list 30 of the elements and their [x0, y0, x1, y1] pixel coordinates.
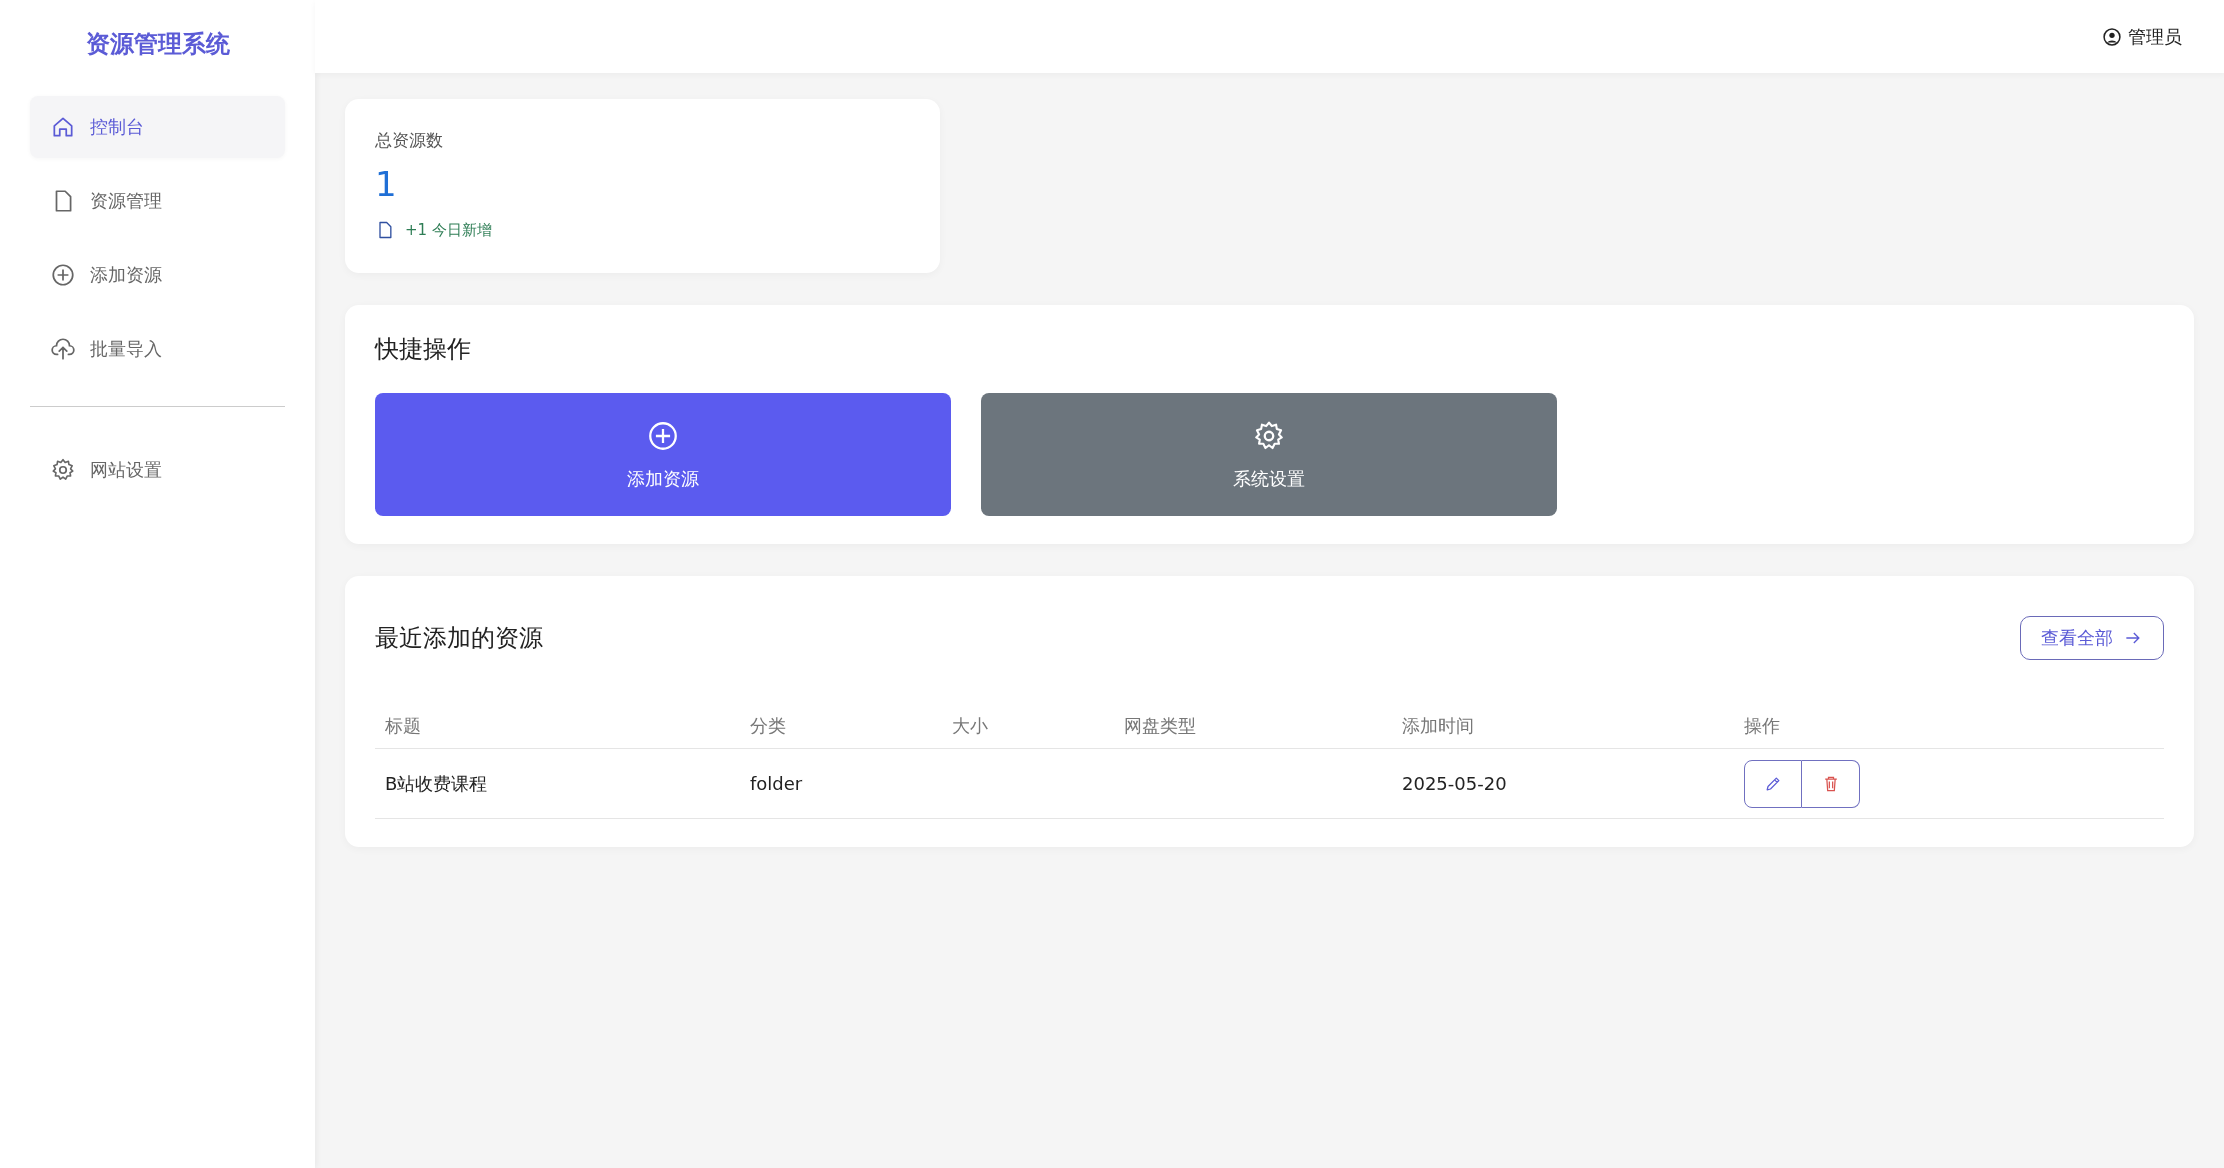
quick-action-button[interactable]: 添加资源: [375, 393, 951, 516]
column-header: 分类: [750, 715, 786, 736]
sidebar-item[interactable]: 控制台: [30, 96, 285, 158]
app-title: 资源管理系统: [84, 29, 231, 60]
quick-action-button[interactable]: 系统设置: [981, 393, 1557, 516]
column-header: 标题: [385, 715, 421, 736]
column-header: 添加时间: [1402, 715, 1474, 736]
column-header: 网盘类型: [1124, 715, 1196, 736]
column-header: 大小: [952, 715, 988, 736]
column-header: 操作: [1744, 715, 1780, 736]
stat-value: 1: [375, 164, 398, 204]
table-cell: 2025-05-20: [1402, 773, 1507, 794]
table-cell: B站收费课程: [385, 772, 488, 794]
sidebar-item[interactable]: 资源管理: [30, 170, 285, 232]
sidebar-item[interactable]: 网站设置: [30, 439, 285, 501]
edit-button[interactable]: [1744, 759, 1802, 808]
user-menu[interactable]: 管理员: [2102, 24, 2182, 49]
sidebar-item[interactable]: 批量导入: [30, 318, 285, 380]
user-icon: [2102, 26, 2122, 47]
delete-button[interactable]: [1802, 759, 1860, 808]
sidebar-item[interactable]: 添加资源: [30, 244, 285, 306]
view-all-button[interactable]: 查看全部: [2020, 616, 2164, 660]
stat-label: 总资源数: [375, 129, 444, 152]
card-title: 最近添加的资源: [375, 623, 543, 654]
cloud-upload-icon: [50, 336, 76, 362]
table-cell: folder: [750, 773, 803, 794]
plus-circle-icon: [50, 262, 76, 288]
stat-note: +1 今日新增: [405, 220, 492, 240]
settings-icon: [50, 457, 76, 483]
card-title: 快捷操作: [375, 334, 472, 365]
